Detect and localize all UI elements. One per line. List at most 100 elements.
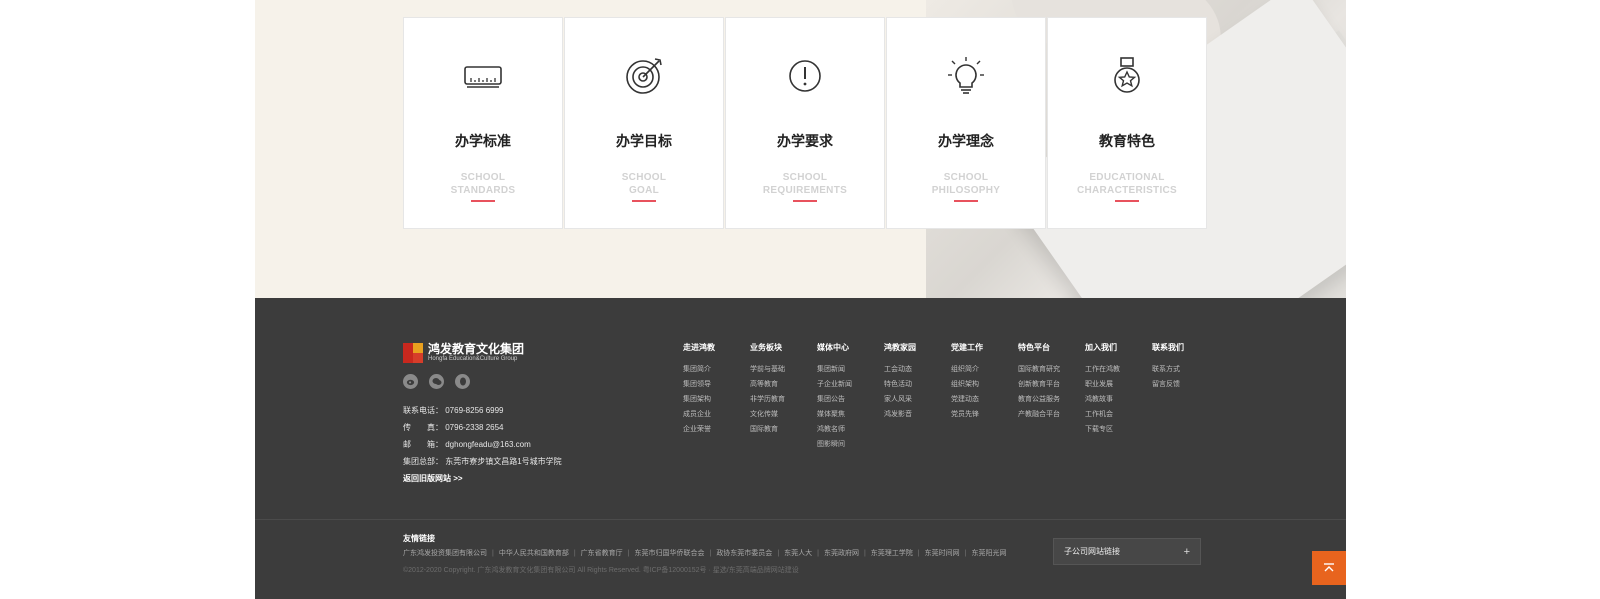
friend-link[interactable]: 东莞理工学院 xyxy=(871,550,913,557)
feature-card-goal[interactable]: 办学目标 SCHOOL GOAL xyxy=(564,17,724,229)
footer-nav-link[interactable]: 家人风采 xyxy=(884,395,951,410)
friend-link[interactable]: 东莞人大 xyxy=(784,550,812,557)
plus-icon: + xyxy=(1183,545,1190,558)
footer-nav-link[interactable]: 职业发展 xyxy=(1085,380,1152,395)
qq-icon[interactable] xyxy=(455,374,470,389)
link-separator: | xyxy=(709,550,712,557)
footer-nav-link[interactable]: 子企业新闻 xyxy=(817,380,884,395)
footer-nav-link[interactable]: 教育公益服务 xyxy=(1018,395,1085,410)
medal-icon xyxy=(1107,56,1147,96)
page: 办学标准 SCHOOL STANDARDS 办学目标 SCHOOL GOAL 办学要… xyxy=(255,0,1346,599)
footer-nav-heading[interactable]: 走进鸿教 xyxy=(683,343,750,365)
footer-nav-link[interactable]: 成员企业 xyxy=(683,410,750,425)
exclamation-icon xyxy=(785,56,825,96)
footer-nav-heading[interactable]: 业务板块 xyxy=(750,343,817,365)
link-separator: | xyxy=(627,550,630,557)
subsidiary-links-label: 子公司网站链接 xyxy=(1064,547,1120,556)
contact-email: 邮 箱： dghongfeadu@163.com xyxy=(403,440,531,449)
footer-nav-link[interactable]: 创新教育平台 xyxy=(1018,380,1085,395)
contact-phone: 联系电话： 0769-8256 6999 xyxy=(403,406,504,415)
footer-nav-link[interactable]: 国际教育研究 xyxy=(1018,365,1085,380)
link-separator: | xyxy=(777,550,780,557)
subsidiary-links-select[interactable]: 子公司网站链接 + xyxy=(1053,538,1201,565)
back-to-top-button[interactable] xyxy=(1312,551,1346,585)
card-title: 办学要求 xyxy=(777,133,833,149)
friend-links-title: 友情链接 xyxy=(403,534,435,543)
footer-nav-link[interactable]: 集团新闻 xyxy=(817,365,884,380)
footer-nav-link[interactable]: 党建动态 xyxy=(951,395,1018,410)
target-icon xyxy=(624,56,664,96)
footer-nav-link[interactable]: 特色活动 xyxy=(884,380,951,395)
card-title: 办学理念 xyxy=(938,133,994,149)
footer-nav-link[interactable]: 联系方式 xyxy=(1152,365,1219,380)
friend-link[interactable]: 政协东莞市委员会 xyxy=(716,550,772,557)
card-underline xyxy=(793,200,817,202)
footer-nav-link[interactable]: 非学历教育 xyxy=(750,395,817,410)
card-subtitle: SCHOOL GOAL xyxy=(621,172,667,196)
footer-nav-heading[interactable]: 特色平台 xyxy=(1018,343,1085,365)
friend-link[interactable]: 东莞时间网 xyxy=(925,550,960,557)
friend-link[interactable]: 广东鸿发投资集团有限公司 xyxy=(403,550,487,557)
logo-name-en: Hongfa Education&Culture Group xyxy=(428,356,518,362)
card-underline xyxy=(632,200,656,202)
footer-nav-link[interactable]: 下载专区 xyxy=(1085,425,1152,440)
hero-section: 办学标准 SCHOOL STANDARDS 办学目标 SCHOOL GOAL 办学要… xyxy=(255,0,1346,298)
footer-nav-link[interactable]: 媒体聚焦 xyxy=(817,410,884,425)
friend-link[interactable]: 中华人民共和国教育部 xyxy=(499,550,569,557)
weibo-icon[interactable] xyxy=(403,374,418,389)
card-title: 办学标准 xyxy=(455,133,511,149)
footer-nav-link[interactable]: 集团领导 xyxy=(683,380,750,395)
link-separator: | xyxy=(573,550,576,557)
logo-name-cn: 鸿发教育文化集团 xyxy=(428,342,525,356)
card-title: 教育特色 xyxy=(1099,133,1155,149)
footer-nav-link[interactable]: 组织简介 xyxy=(951,365,1018,380)
footer-nav-link[interactable]: 产教融合平台 xyxy=(1018,410,1085,425)
footer-nav-column: 鸿教家园 工会动态 特色活动 家人风采 鸿发影音 xyxy=(884,343,951,455)
friend-link[interactable]: 东莞阳光网 xyxy=(971,550,1006,557)
copyright: ©2012-2020 Copyright. 广东鸿发教育文化集团有限公司 All… xyxy=(403,567,799,574)
feature-card-characteristics[interactable]: 教育特色 EDUCATIONAL CHARACTERISTICS xyxy=(1047,17,1207,229)
link-separator: | xyxy=(964,550,967,557)
footer-nav-heading[interactable]: 媒体中心 xyxy=(817,343,884,365)
footer-nav-link[interactable]: 党员先锋 xyxy=(951,410,1018,425)
wechat-icon[interactable] xyxy=(429,374,444,389)
footer-nav-link[interactable]: 集团简介 xyxy=(683,365,750,380)
footer-logo[interactable]: 鸿发教育文化集团 Hongfa Education&Culture Group xyxy=(403,343,524,363)
footer-nav-link[interactable]: 组织架构 xyxy=(951,380,1018,395)
logo-mark xyxy=(403,343,423,363)
footer-nav-link[interactable]: 国际教育 xyxy=(750,425,817,440)
card-underline xyxy=(954,200,978,202)
footer-nav-link[interactable]: 留言反馈 xyxy=(1152,380,1219,395)
footer-nav-link[interactable]: 鸿发影音 xyxy=(884,410,951,425)
footer-nav-link[interactable]: 鸿教故事 xyxy=(1085,395,1152,410)
footer-nav-link[interactable]: 文化传媒 xyxy=(750,410,817,425)
feature-card-philosophy[interactable]: 办学理念 SCHOOL PHILOSOPHY xyxy=(886,17,1046,229)
contact-info: 联系电话： 0769-8256 6999 传 真： 0796-2338 2654… xyxy=(403,402,562,487)
footer-nav-heading[interactable]: 加入我们 xyxy=(1085,343,1152,365)
feature-card-requirements[interactable]: 办学要求 SCHOOL REQUIREMENTS xyxy=(725,17,885,229)
logo-text: 鸿发教育文化集团 Hongfa Education&Culture Group xyxy=(428,343,524,363)
friend-link[interactable]: 广东省教育厅 xyxy=(581,550,623,557)
back-to-old-site-link[interactable]: 返回旧版网站 >> xyxy=(403,470,562,487)
footer-nav-link[interactable]: 集团公告 xyxy=(817,395,884,410)
footer-nav-heading[interactable]: 党建工作 xyxy=(951,343,1018,365)
footer-nav-link[interactable]: 工作在鸿教 xyxy=(1085,365,1152,380)
footer-nav-link[interactable]: 企业荣誉 xyxy=(683,425,750,440)
card-subtitle: SCHOOL PHILOSOPHY xyxy=(931,172,1001,196)
footer-nav-heading[interactable]: 联系我们 xyxy=(1152,343,1219,365)
footer-nav-heading[interactable]: 鸿教家园 xyxy=(884,343,951,365)
footer-divider xyxy=(255,519,1346,520)
footer-nav-link[interactable]: 图影瞬间 xyxy=(817,440,884,455)
friend-link[interactable]: 东莞市归国华侨联合会 xyxy=(634,550,704,557)
footer-nav-column: 党建工作 组织简介 组织架构 党建动态 党员先锋 xyxy=(951,343,1018,455)
footer-nav-link[interactable]: 工作机会 xyxy=(1085,410,1152,425)
feature-card-standards[interactable]: 办学标准 SCHOOL STANDARDS xyxy=(403,17,563,229)
footer-nav-column: 走进鸿教 集团简介 集团领导 集团架构 成员企业 企业荣誉 xyxy=(683,343,750,455)
footer-nav-link[interactable]: 高等教育 xyxy=(750,380,817,395)
footer-nav-link[interactable]: 工会动态 xyxy=(884,365,951,380)
footer-nav-link[interactable]: 鸿教名师 xyxy=(817,425,884,440)
arrow-up-icon xyxy=(1324,563,1334,572)
friend-link[interactable]: 东莞政府网 xyxy=(824,550,859,557)
footer-nav-link[interactable]: 学前与基础 xyxy=(750,365,817,380)
footer-nav-link[interactable]: 集团架构 xyxy=(683,395,750,410)
